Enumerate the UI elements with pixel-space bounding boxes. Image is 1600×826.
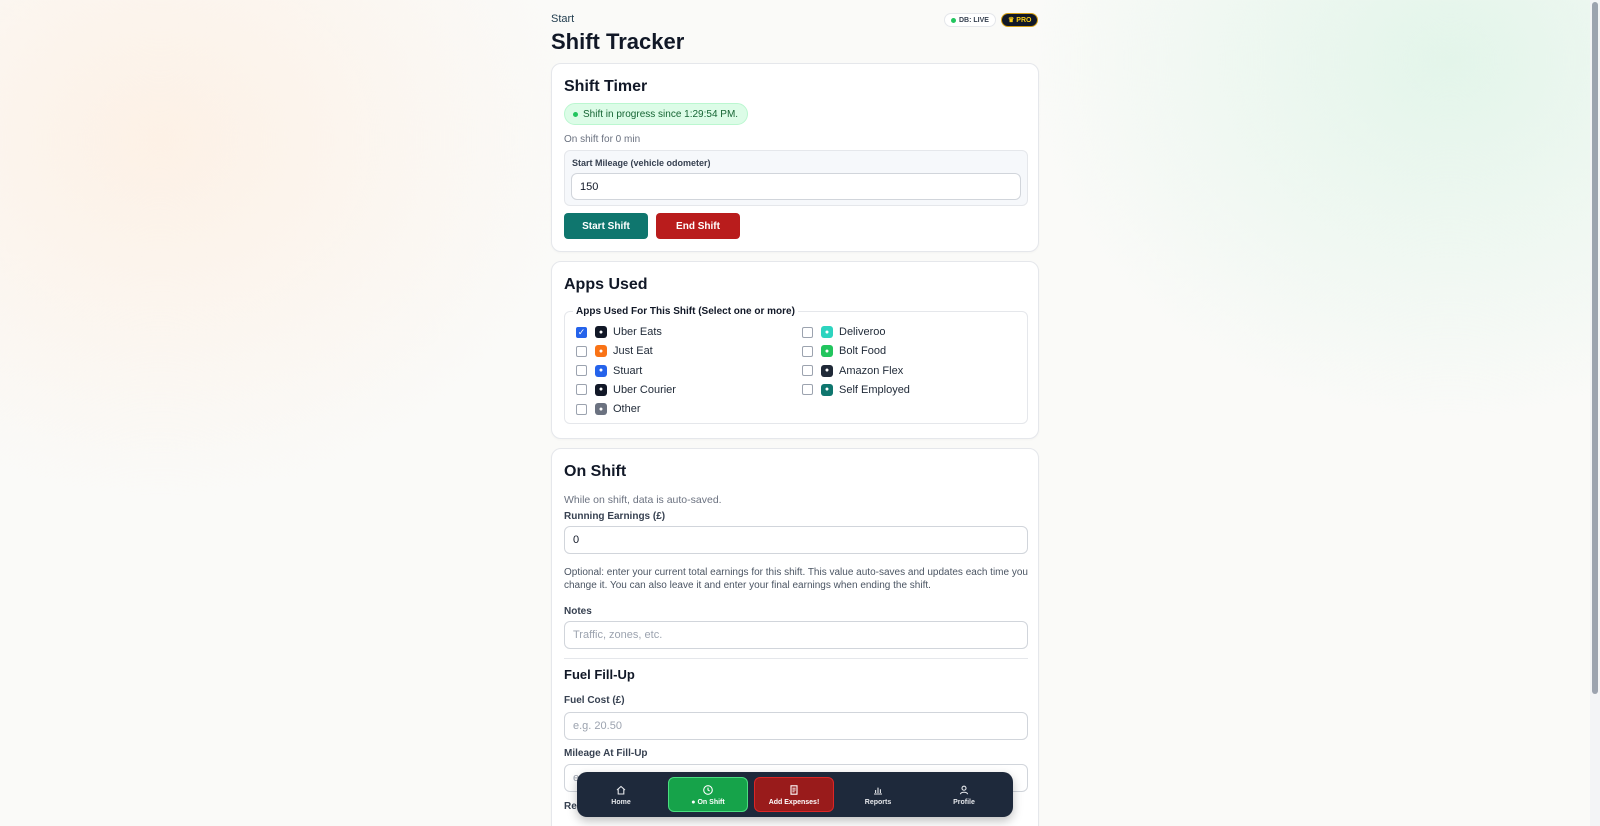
app-checkbox-self-employed[interactable] [802, 384, 813, 396]
shift-timer-heading: Shift Timer [564, 78, 648, 95]
app-label-bolt-food: Bolt Food [839, 345, 887, 358]
home-icon [616, 785, 626, 795]
app-checkbox-deliveroo[interactable] [802, 326, 813, 338]
pro-badge: ♛ PRO [1001, 13, 1039, 27]
app-option-stuart[interactable]: ● Stuart [576, 364, 642, 378]
start-shift-button[interactable]: Start Shift [564, 213, 648, 239]
app-option-just-eat[interactable]: ● Just Eat [576, 344, 653, 358]
shift-timer-card: Shift Timer Shift in progress since 1:29… [551, 63, 1039, 252]
app-label-deliveroo: Deliveroo [839, 326, 886, 338]
db-status-label: DB: LIVE [959, 16, 989, 24]
app-checkbox-stuart[interactable] [576, 365, 587, 377]
apps-fieldset-legend: Apps Used For This Shift (Select one or … [573, 306, 798, 317]
status-dot-icon [573, 112, 578, 117]
just-eat-icon: ● [595, 345, 607, 358]
apps-used-heading: Apps Used [564, 276, 648, 293]
app-option-uber-courier[interactable]: ● Uber Courier [576, 383, 676, 397]
breadcrumb[interactable]: Start [551, 13, 574, 25]
app-option-bolt-food[interactable]: ● Bolt Food [802, 344, 886, 358]
scrollbar-thumb[interactable] [1592, 2, 1598, 694]
self-employed-icon: ● [821, 383, 833, 396]
section-divider [564, 658, 1028, 659]
bottom-nav: Home ● On Shift Add Expenses! Reports Pr… [577, 772, 1013, 817]
status-dot-icon [951, 17, 956, 23]
uber-courier-icon: ● [595, 383, 607, 396]
app-label-just-eat: Just Eat [613, 345, 653, 358]
app-option-other[interactable]: ● Other [576, 402, 641, 416]
app-label-stuart: Stuart [613, 364, 643, 377]
app-option-self-employed[interactable]: ● Self Employed [802, 383, 910, 397]
receipt-icon [790, 784, 798, 795]
nav-reports-label: Reports [864, 798, 892, 806]
autosave-note: While on shift, data is auto-saved. [564, 494, 722, 506]
fuel-mileage-label: Mileage At Fill-Up [564, 748, 648, 759]
other-icon: ● [595, 403, 607, 416]
app-label-uber-eats: Uber Eats [613, 326, 662, 338]
fuel-fillup-heading: Fuel Fill-Up [564, 667, 635, 682]
notes-label: Notes [564, 606, 592, 617]
on-shift-heading: On Shift [564, 463, 627, 480]
pro-badge-label: PRO [1016, 16, 1032, 24]
nav-profile-label: Profile [953, 798, 975, 806]
running-earnings-label: Running Earnings (£) [564, 511, 666, 522]
user-icon [959, 785, 969, 794]
shift-duration-text: On shift for 0 min [564, 134, 641, 145]
deliveroo-icon: ● [821, 326, 833, 338]
app-label-amazon-flex: Amazon Flex [839, 364, 904, 377]
app-checkbox-just-eat[interactable] [576, 345, 587, 357]
nav-on-shift-text: On Shift [697, 798, 725, 806]
app-checkbox-other[interactable] [576, 403, 587, 415]
clock-icon [703, 784, 713, 795]
page-title: Shift Tracker [551, 29, 685, 54]
app-label-other: Other [613, 403, 641, 416]
app-label-self-employed: Self Employed [839, 383, 910, 396]
nav-add-expenses[interactable]: Add Expenses! [754, 777, 834, 812]
db-status-badge: DB: LIVE [944, 13, 996, 27]
app-checkbox-uber-courier[interactable] [576, 384, 587, 396]
shift-status-pill: Shift in progress since 1:29:54 PM. [564, 103, 749, 125]
notes-input[interactable]: Traffic, zones, etc. [564, 621, 1028, 649]
apps-used-card: Apps Used Apps Used For This Shift (Sele… [551, 261, 1039, 439]
earnings-help-text: Optional: enter your current total earni… [564, 567, 1028, 591]
app-checkbox-amazon-flex[interactable] [802, 365, 813, 377]
stuart-icon: ● [595, 364, 607, 377]
nav-on-shift[interactable]: ● On Shift [668, 777, 748, 812]
nav-home-label: Home [611, 798, 631, 806]
nav-add-expenses-label: Add Expenses! [768, 798, 820, 806]
nav-on-shift-label: ● On Shift [691, 798, 725, 806]
start-mileage-label: Start Mileage (vehicle odometer) [572, 158, 711, 168]
uber-eats-icon: ● [595, 326, 607, 338]
bar-chart-icon [874, 787, 882, 795]
end-shift-button[interactable]: End Shift [656, 213, 740, 239]
bolt-food-icon: ● [821, 345, 833, 358]
app-checkbox-uber-eats[interactable]: ✓ [576, 326, 587, 338]
on-shift-card: On Shift While on shift, data is auto-sa… [551, 448, 1039, 826]
fuel-cost-input[interactable]: e.g. 20.50 [564, 712, 1028, 740]
nav-reports[interactable]: Reports [842, 777, 914, 812]
crown-icon: ♛ [1008, 17, 1015, 24]
running-earnings-input[interactable]: 0 [564, 526, 1028, 554]
amazon-flex-icon: ● [821, 364, 833, 377]
app-option-amazon-flex[interactable]: ● Amazon Flex [802, 364, 903, 378]
app-option-deliveroo[interactable]: ● Deliveroo [802, 325, 885, 339]
apps-fieldset: Apps Used For This Shift (Select one or … [564, 306, 1028, 424]
start-mileage-group: Start Mileage (vehicle odometer) 150 [564, 150, 1028, 206]
nav-home[interactable]: Home [585, 777, 657, 812]
nav-profile[interactable]: Profile [928, 777, 1000, 812]
app-option-uber-eats[interactable]: ✓ ● Uber Eats [576, 325, 662, 339]
shift-status-text: Shift in progress since 1:29:54 PM. [583, 108, 739, 120]
start-mileage-input[interactable]: 150 [571, 173, 1021, 200]
app-label-uber-courier: Uber Courier [613, 383, 676, 396]
app-checkbox-bolt-food[interactable] [802, 345, 813, 357]
fuel-cost-label: Fuel Cost (£) [564, 695, 625, 706]
